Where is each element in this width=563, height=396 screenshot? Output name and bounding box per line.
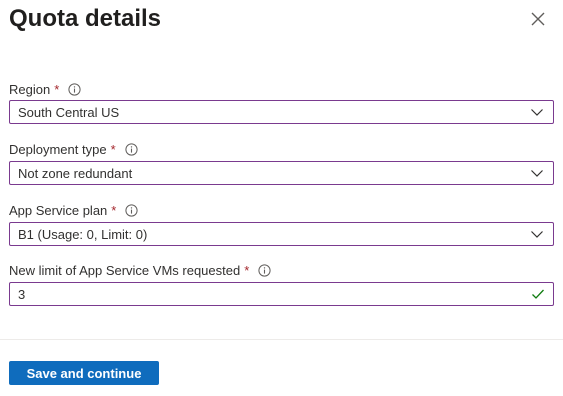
close-button[interactable] (527, 8, 549, 30)
info-icon[interactable] (125, 142, 138, 156)
required-marker: * (111, 202, 117, 218)
footer-divider (0, 339, 563, 340)
region-label-row: Region * (9, 81, 554, 97)
info-icon[interactable] (125, 203, 138, 217)
required-marker: * (54, 81, 60, 97)
close-icon (531, 12, 545, 26)
deployment-type-field: Deployment type * Not zone redundant (9, 141, 554, 185)
deployment-type-selected-value: Not zone redundant (18, 165, 133, 181)
region-selected-value: South Central US (18, 104, 120, 120)
new-limit-label: New limit of App Service VMs requested (9, 262, 241, 278)
new-limit-input[interactable]: 3 (9, 282, 554, 306)
app-service-plan-label: App Service plan (9, 202, 108, 218)
deployment-type-dropdown[interactable]: Not zone redundant (9, 161, 554, 185)
info-icon[interactable] (68, 82, 81, 96)
page-title: Quota details (9, 5, 162, 32)
required-marker: * (244, 262, 250, 278)
chevron-down-icon (530, 166, 544, 180)
deployment-type-label: Deployment type (9, 141, 107, 157)
new-limit-field: New limit of App Service VMs requested *… (9, 262, 554, 306)
chevron-down-icon (530, 227, 544, 241)
new-limit-input-value: 3 (18, 286, 26, 302)
app-service-plan-selected-value: B1 (Usage: 0, Limit: 0) (18, 226, 148, 242)
region-field: Region * South Central US (9, 81, 554, 124)
region-dropdown[interactable]: South Central US (9, 100, 554, 124)
checkmark-icon (531, 287, 545, 301)
deployment-type-label-row: Deployment type * (9, 141, 554, 157)
new-limit-label-row: New limit of App Service VMs requested * (9, 262, 554, 278)
region-label: Region (9, 81, 51, 97)
info-icon[interactable] (258, 263, 271, 277)
app-service-plan-dropdown[interactable]: B1 (Usage: 0, Limit: 0) (9, 222, 554, 246)
save-and-continue-button[interactable]: Save and continue (9, 361, 159, 385)
app-service-plan-label-row: App Service plan * (9, 202, 554, 218)
chevron-down-icon (530, 105, 544, 119)
quota-details-panel: Quota details Region * South Central US (0, 0, 563, 396)
app-service-plan-field: App Service plan * B1 (Usage: 0, Limit: … (9, 202, 554, 246)
required-marker: * (110, 141, 116, 157)
